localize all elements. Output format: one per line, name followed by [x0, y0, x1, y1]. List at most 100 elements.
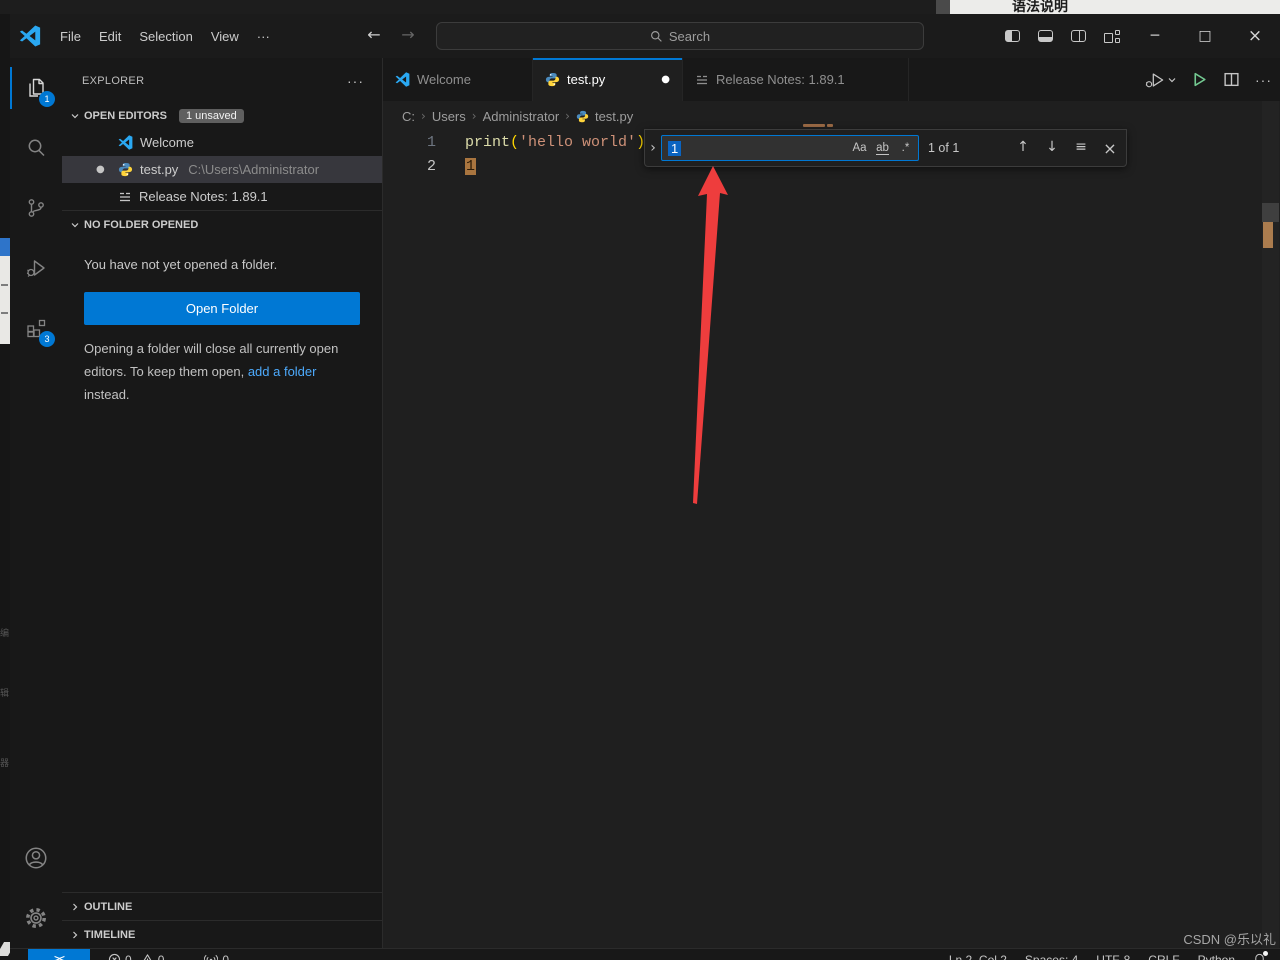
- open-editor-welcome[interactable]: Welcome: [62, 129, 382, 156]
- status-bar: >< 0 0 0: [10, 948, 1280, 960]
- activitybar-extensions[interactable]: 3: [10, 298, 62, 358]
- scrollbar-track[interactable]: [1262, 101, 1279, 948]
- scrollbar-slider[interactable]: [1262, 203, 1279, 222]
- remote-indicator[interactable]: ><: [28, 949, 90, 960]
- no-folder-message: You have not yet opened a folder.: [84, 254, 360, 276]
- add-folder-link[interactable]: add a folder: [248, 364, 317, 379]
- problems-indicator[interactable]: 0 0: [108, 953, 164, 960]
- minimize-button[interactable]: ─: [1130, 14, 1180, 58]
- no-folder-label: NO FOLDER OPENED: [84, 219, 198, 231]
- menu-edit[interactable]: Edit: [90, 25, 130, 48]
- vscode-file-icon: [395, 72, 410, 87]
- background-fragment-glyph: 编: [0, 626, 9, 639]
- title-bar: File Edit Selection View ··· ← → Search: [10, 14, 1280, 58]
- dirty-indicator-icon[interactable]: ●: [661, 74, 670, 85]
- match-case-toggle[interactable]: Aa: [849, 138, 870, 158]
- menu-more-icon[interactable]: ···: [248, 25, 279, 48]
- background-window-fragment: [936, 0, 950, 14]
- previous-match-icon[interactable]: ↑: [1014, 139, 1032, 158]
- window-controls: ─ □ ×: [1130, 14, 1280, 58]
- activitybar-search[interactable]: [10, 118, 62, 178]
- dirty-indicator-icon[interactable]: ●: [96, 164, 105, 175]
- search-icon: [650, 30, 663, 43]
- chevron-down-icon: [70, 111, 80, 121]
- customize-layout-icon[interactable]: [1104, 30, 1120, 43]
- toggle-sidebar-icon[interactable]: [1005, 30, 1020, 42]
- sidebar-bottom-sections: OUTLINE TIMELINE: [62, 892, 382, 948]
- language-mode[interactable]: Python: [1198, 953, 1235, 960]
- activitybar-run-debug[interactable]: [10, 238, 62, 298]
- open-folder-button[interactable]: Open Folder: [84, 292, 360, 325]
- whole-word-label: ab: [876, 142, 889, 155]
- broadcast-indicator[interactable]: 0: [204, 953, 229, 960]
- back-icon[interactable]: ←: [362, 25, 386, 44]
- section-no-folder[interactable]: NO FOLDER OPENED: [62, 210, 382, 238]
- run-python-button[interactable]: [1191, 71, 1208, 88]
- warning-icon: [141, 953, 154, 960]
- activitybar-accounts[interactable]: [10, 828, 62, 888]
- minimap-line: [827, 124, 833, 127]
- section-outline[interactable]: OUTLINE: [62, 892, 382, 920]
- section-timeline[interactable]: TIMELINE: [62, 920, 382, 948]
- menu-view[interactable]: View: [202, 25, 248, 48]
- tab-welcome[interactable]: Welcome: [383, 58, 533, 101]
- section-open-editors[interactable]: OPEN EDITORS 1 unsaved: [62, 103, 382, 129]
- chevron-right-icon: ›: [565, 109, 570, 123]
- editor-actions: ···: [1144, 58, 1272, 101]
- menu-file[interactable]: File: [51, 25, 90, 48]
- breadcrumb-item[interactable]: Administrator: [483, 109, 560, 124]
- menu-selection[interactable]: Selection: [130, 25, 201, 48]
- activitybar-explorer[interactable]: 1: [10, 58, 62, 118]
- open-editor-label: Release Notes: 1.89.1: [139, 189, 268, 204]
- indentation[interactable]: Spaces: 4: [1025, 953, 1078, 960]
- background-window-title: 语法说明: [1012, 0, 1068, 14]
- find-match-highlight: 1: [465, 158, 476, 175]
- toggle-secondary-sidebar-icon[interactable]: [1071, 30, 1086, 42]
- command-center-search[interactable]: Search: [436, 22, 924, 50]
- find-toggles: Aa ab .*: [849, 138, 916, 158]
- open-editor-label: test.py: [140, 162, 178, 177]
- close-button[interactable]: ×: [1230, 14, 1280, 58]
- toggle-panel-icon[interactable]: [1038, 30, 1053, 42]
- maximize-button[interactable]: □: [1180, 14, 1230, 58]
- open-editor-release-notes[interactable]: Release Notes: 1.89.1: [62, 183, 382, 210]
- line-number: 1: [383, 131, 436, 155]
- sidebar-more-icon[interactable]: ···: [347, 73, 364, 89]
- error-icon: [108, 953, 121, 960]
- open-editor-testpy[interactable]: ● test.py C:\Users\Administrator: [62, 156, 382, 183]
- more-actions-icon[interactable]: ···: [1255, 72, 1272, 88]
- breadcrumb-item[interactable]: Users: [432, 109, 466, 124]
- next-match-icon[interactable]: ↓: [1043, 139, 1061, 158]
- find-in-selection-icon[interactable]: ≡: [1072, 139, 1090, 158]
- split-editor-icon[interactable]: [1223, 71, 1240, 88]
- tab-bar: Welcome test.py ●: [383, 58, 1280, 101]
- activitybar-settings[interactable]: [10, 888, 62, 948]
- background-window-titlebar: 语法说明: [950, 0, 1280, 14]
- regex-toggle[interactable]: .*: [895, 138, 916, 158]
- sidebar-header: EXPLORER ···: [62, 58, 382, 103]
- tab-testpy[interactable]: test.py ●: [533, 58, 683, 101]
- cursor-position[interactable]: Ln 2, Col 2: [949, 953, 1007, 960]
- token-bracket: (: [510, 134, 519, 151]
- minimap-line: [803, 124, 825, 127]
- broadcast-icon: [204, 954, 218, 960]
- activitybar-source-control[interactable]: [10, 178, 62, 238]
- close-find-icon[interactable]: ×: [1101, 139, 1119, 158]
- encoding[interactable]: UTF-8: [1096, 953, 1130, 960]
- main-row: 1: [10, 58, 1280, 948]
- no-folder-note: Opening a folder will close all currentl…: [84, 337, 360, 406]
- notifications-bell[interactable]: [1253, 953, 1266, 960]
- statusbar-right: Ln 2, Col 2 Spaces: 4 UTF-8 CRLF Python: [949, 953, 1280, 960]
- breadcrumb-item[interactable]: C:: [402, 109, 415, 124]
- whole-word-toggle[interactable]: ab: [872, 138, 893, 158]
- tab-release-notes[interactable]: Release Notes: 1.89.1: [683, 58, 909, 101]
- find-expand-replace-icon[interactable]: ›: [645, 140, 661, 156]
- forward-icon[interactable]: →: [396, 25, 420, 44]
- eol-sequence[interactable]: CRLF: [1148, 953, 1179, 960]
- find-input[interactable]: 1 Aa ab .*: [661, 135, 919, 161]
- search-label: Search: [669, 29, 710, 44]
- explorer-sidebar: EXPLORER ··· OPEN EDITORS 1 unsaved Welc…: [62, 58, 383, 948]
- run-or-debug-button[interactable]: [1144, 70, 1176, 90]
- annotation-arrow: [383, 58, 1280, 948]
- breadcrumb-item[interactable]: test.py: [595, 109, 633, 124]
